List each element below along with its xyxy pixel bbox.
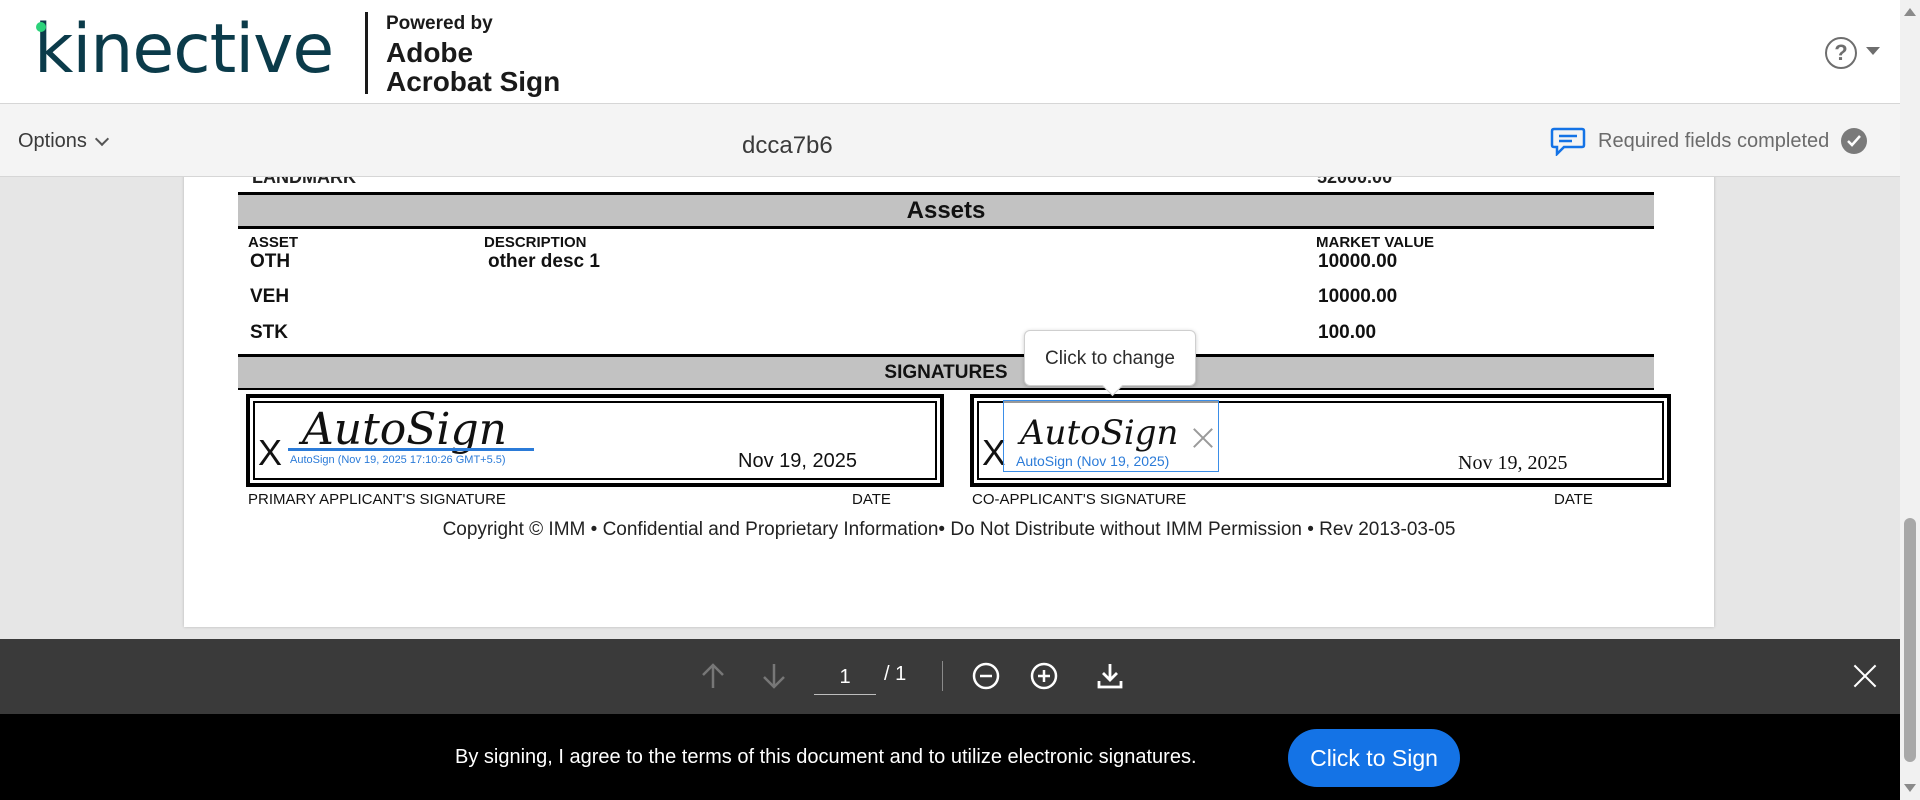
value-cell: 10000.00: [1318, 286, 1398, 307]
column-header-market-value: MARKET VALUE: [1316, 234, 1435, 251]
zoom-in-button[interactable]: [1024, 656, 1064, 696]
remove-signature-icon[interactable]: [1190, 425, 1216, 451]
primary-signature-date: Nov 19, 2025: [738, 450, 857, 472]
page-toolbar: 1 / 1: [0, 639, 1900, 714]
document-subbar: Options dcca7b6 Required fields complete…: [0, 104, 1900, 177]
signatures-section-title: SIGNATURES: [238, 354, 1654, 390]
download-button[interactable]: [1090, 656, 1130, 696]
signature-underline: [288, 448, 534, 451]
download-icon: [1097, 664, 1123, 689]
logo-dot-icon: [36, 22, 46, 32]
scrollbar-thumb[interactable]: [1904, 518, 1916, 762]
value-cell: 100.00: [1318, 322, 1377, 343]
co-signature-image: AutoSign: [1020, 413, 1179, 453]
kinective-logo: kinective: [34, 10, 334, 89]
agreement-text: By signing, I agree to the terms of this…: [455, 746, 1197, 768]
previous-page-button[interactable]: [693, 656, 733, 696]
landmark-label: LANDMARK: [252, 177, 356, 187]
options-menu-button[interactable]: Options: [18, 130, 110, 153]
primary-signature-label: PRIMARY APPLICANT'S SIGNATURE: [248, 491, 506, 508]
logo-divider: [365, 12, 368, 94]
sign-agreement-bar: By signing, I agree to the terms of this…: [0, 714, 1900, 800]
product-name-line2: Acrobat Sign: [386, 66, 561, 98]
scroll-down-arrow-icon[interactable]: [1904, 784, 1916, 792]
zoom-out-icon: [972, 662, 1000, 690]
landmark-value: 52000.00: [1317, 177, 1393, 187]
value-cell: 10000.00: [1318, 251, 1398, 272]
assets-section-title: Assets: [238, 192, 1654, 229]
toolbar-divider: [942, 661, 943, 691]
co-signature-label: CO-APPLICANT'S SIGNATURE: [972, 491, 1187, 508]
arrow-down-icon: [763, 664, 785, 689]
description-cell: other desc 1: [488, 251, 600, 272]
column-header-asset: ASSET: [248, 234, 299, 251]
help-icon[interactable]: ?: [1825, 37, 1857, 69]
powered-by-label: Powered by: [386, 13, 493, 34]
co-signature-date: Nov 19, 2025: [1458, 452, 1568, 474]
zoom-out-button[interactable]: [966, 656, 1006, 696]
asset-cell: VEH: [250, 286, 290, 307]
primary-date-label: DATE: [852, 491, 891, 508]
copyright-text: Copyright © IMM • Confidential and Propr…: [442, 519, 1456, 540]
powered-by-block: Powered by Adobe Acrobat Sign: [386, 14, 560, 97]
checkmark-icon: [1841, 128, 1868, 154]
chevron-down-icon: [94, 131, 110, 146]
page-number-input[interactable]: 1: [814, 655, 876, 695]
document-viewer[interactable]: LANDMARK 52000.00 Assets ASSET DESCRIPTI…: [0, 177, 1900, 639]
document-title: dcca7b6: [742, 132, 833, 159]
primary-signature-box: X AutoSign AutoSign (Nov 19, 2025 17:10:…: [246, 394, 944, 487]
product-name-line1: Adobe: [386, 36, 474, 68]
column-header-description: DESCRIPTION: [484, 234, 587, 251]
document-page: LANDMARK 52000.00 Assets ASSET DESCRIPTI…: [184, 177, 1714, 627]
click-to-change-tooltip: Click to change: [1024, 330, 1196, 386]
app-header: kinective Powered by Adobe Acrobat Sign …: [0, 0, 1900, 104]
help-caret-icon[interactable]: [1866, 47, 1880, 55]
co-signature-field[interactable]: AutoSign AutoSign (Nov 19, 2025): [1003, 400, 1219, 472]
signature-x-mark: X: [258, 432, 283, 473]
zoom-in-icon: [1030, 662, 1058, 690]
co-signature-stamp: AutoSign (Nov 19, 2025): [1016, 453, 1170, 469]
logo-wordmark: kinective: [34, 10, 334, 89]
close-toolbar-icon[interactable]: [1848, 659, 1882, 693]
scroll-up-arrow-icon[interactable]: [1904, 8, 1916, 16]
click-to-sign-button[interactable]: Click to Sign: [1288, 729, 1460, 787]
asset-cell: OTH: [250, 251, 291, 272]
arrow-up-icon: [702, 663, 724, 688]
next-page-button[interactable]: [754, 656, 794, 696]
page-total: / 1: [884, 663, 907, 685]
comment-icon[interactable]: [1550, 126, 1586, 156]
page-scrollbar[interactable]: [1900, 0, 1920, 800]
status-text: Required fields completed: [1598, 129, 1830, 152]
primary-signature-stamp: AutoSign (Nov 19, 2025 17:10:26 GMT+5.5): [290, 454, 506, 466]
required-fields-status: Required fields completed: [1550, 126, 1868, 156]
asset-cell: STK: [250, 322, 288, 343]
options-label: Options: [18, 130, 87, 152]
co-date-label: DATE: [1554, 491, 1593, 508]
